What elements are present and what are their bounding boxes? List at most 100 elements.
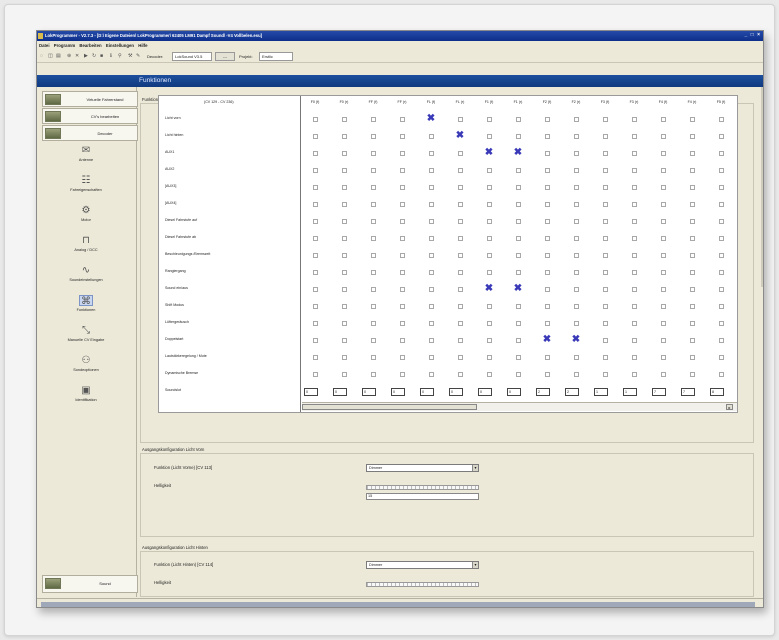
mapping-checkbox[interactable] [371, 185, 376, 190]
mapping-checkbox[interactable] [516, 202, 521, 207]
mapping-checkbox[interactable] [719, 321, 724, 326]
mapping-checkbox[interactable] [371, 202, 376, 207]
mapping-checkbox[interactable] [574, 134, 579, 139]
mapping-checkbox[interactable] [342, 151, 347, 156]
mapping-checkbox[interactable] [603, 219, 608, 224]
mapping-checkbox[interactable] [516, 168, 521, 173]
mapping-checkbox[interactable] [487, 236, 492, 241]
mapping-checkbox[interactable] [458, 253, 463, 258]
mapping-checkbox[interactable] [400, 236, 405, 241]
mapping-checkbox[interactable] [603, 355, 608, 360]
mapping-checkbox[interactable] [371, 304, 376, 309]
checked-cross-icon[interactable]: ✖ [483, 283, 495, 295]
mapping-checkbox[interactable] [400, 134, 405, 139]
mapping-checkbox[interactable] [342, 304, 347, 309]
mapping-checkbox[interactable] [516, 304, 521, 309]
checked-cross-icon[interactable]: ✖ [570, 334, 582, 346]
mapping-checkbox[interactable] [516, 134, 521, 139]
mapping-checkbox[interactable] [545, 185, 550, 190]
mapping-checkbox[interactable] [342, 270, 347, 275]
mapping-checkbox[interactable] [690, 321, 695, 326]
mapping-checkbox[interactable] [690, 134, 695, 139]
front-brightness-slider[interactable] [366, 485, 479, 490]
mapping-checkbox[interactable] [632, 134, 637, 139]
mapping-checkbox[interactable] [429, 270, 434, 275]
mapping-checkbox[interactable] [313, 202, 318, 207]
mapping-checkbox[interactable] [603, 321, 608, 326]
mapping-checkbox[interactable] [516, 270, 521, 275]
mapping-checkbox[interactable] [603, 185, 608, 190]
mapping-checkbox[interactable] [574, 236, 579, 241]
mapping-checkbox[interactable] [458, 168, 463, 173]
decoder-field[interactable]: LokSound V3.5 [172, 52, 212, 61]
mapping-checkbox[interactable] [545, 287, 550, 292]
front-function-select[interactable]: Dimmer ▾ [366, 464, 479, 472]
checked-cross-icon[interactable]: ✖ [541, 334, 553, 346]
mapping-checkbox[interactable] [342, 185, 347, 190]
mapping-checkbox[interactable] [400, 338, 405, 343]
mapping-checkbox[interactable] [690, 151, 695, 156]
mapping-checkbox[interactable] [371, 134, 376, 139]
mapping-checkbox[interactable] [313, 117, 318, 122]
mapping-checkbox[interactable] [313, 236, 318, 241]
mapping-checkbox[interactable] [574, 168, 579, 173]
mapping-checkbox[interactable] [342, 253, 347, 258]
mapping-checkbox[interactable] [603, 304, 608, 309]
mapping-checkbox[interactable] [632, 372, 637, 377]
mapping-checkbox[interactable] [516, 236, 521, 241]
mapping-checkbox[interactable] [719, 355, 724, 360]
mapping-checkbox[interactable] [458, 338, 463, 343]
mapping-checkbox[interactable] [429, 219, 434, 224]
mapping-checkbox[interactable] [487, 338, 492, 343]
mapping-checkbox[interactable] [545, 151, 550, 156]
mapping-checkbox[interactable] [516, 338, 521, 343]
mapping-checkbox[interactable] [690, 219, 695, 224]
mapping-checkbox[interactable] [342, 202, 347, 207]
mapping-checkbox[interactable] [603, 372, 608, 377]
mapping-checkbox[interactable] [429, 287, 434, 292]
mapping-checkbox[interactable] [516, 253, 521, 258]
mapping-checkbox[interactable] [632, 253, 637, 258]
mapping-checkbox[interactable] [342, 168, 347, 173]
mapping-checkbox[interactable] [487, 168, 492, 173]
mapping-checkbox[interactable] [458, 304, 463, 309]
soundslot-input[interactable]: 0 [391, 388, 405, 396]
mapping-checkbox[interactable] [429, 151, 434, 156]
mapping-checkbox[interactable] [661, 355, 666, 360]
mapping-checkbox[interactable] [313, 270, 318, 275]
mapping-checkbox[interactable] [574, 253, 579, 258]
mapping-checkbox[interactable] [342, 134, 347, 139]
soundslot-input[interactable]: 0 [478, 388, 492, 396]
nav-identifikation[interactable]: ▣ Identifikation [65, 385, 107, 413]
soundslot-input[interactable]: 0 [362, 388, 376, 396]
mapping-checkbox[interactable] [690, 270, 695, 275]
mapping-checkbox[interactable] [371, 253, 376, 258]
mapping-checkbox[interactable] [400, 151, 405, 156]
mapping-checkbox[interactable] [429, 236, 434, 241]
decoder-dash-button[interactable]: --- [215, 52, 235, 61]
mapping-checkbox[interactable] [487, 270, 492, 275]
mapping-checkbox[interactable] [574, 304, 579, 309]
mapping-checkbox[interactable] [342, 321, 347, 326]
mapping-checkbox[interactable] [603, 338, 608, 343]
soundslot-input[interactable]: 7 [652, 388, 666, 396]
mapping-checkbox[interactable] [429, 372, 434, 377]
mapping-checkbox[interactable] [632, 151, 637, 156]
close-icon[interactable]: ✕ [75, 53, 79, 59]
menu-bearbeiten[interactable]: Bearbeiten [79, 43, 101, 48]
mapping-checkbox[interactable] [574, 202, 579, 207]
nav-fahreigenschaften[interactable]: ☷ Fahreigenschaften [65, 175, 107, 203]
mapping-checkbox[interactable] [313, 219, 318, 224]
mapping-checkbox[interactable] [545, 202, 550, 207]
mapping-checkbox[interactable] [313, 355, 318, 360]
mapping-checkbox[interactable] [603, 253, 608, 258]
checked-cross-icon[interactable]: ✖ [512, 147, 524, 159]
mapping-checkbox[interactable] [458, 219, 463, 224]
soundslot-input[interactable]: 2 [536, 388, 550, 396]
mapping-checkbox[interactable] [661, 270, 666, 275]
grid-horizontal-scrollbar[interactable]: ▸ [302, 402, 737, 411]
mapping-checkbox[interactable] [690, 117, 695, 122]
mapping-checkbox[interactable] [719, 253, 724, 258]
mapping-checkbox[interactable] [516, 219, 521, 224]
mapping-checkbox[interactable] [632, 338, 637, 343]
